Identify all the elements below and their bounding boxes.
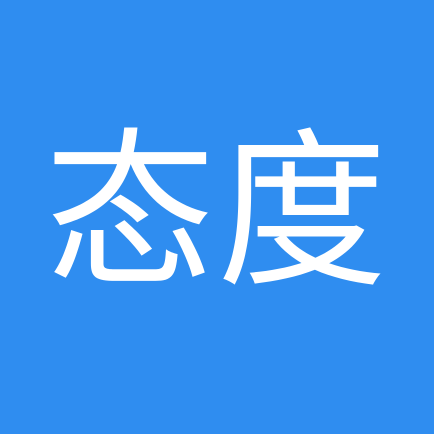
app-icon: 态度 [0, 0, 434, 434]
app-icon-label: 态度 [44, 114, 389, 312]
